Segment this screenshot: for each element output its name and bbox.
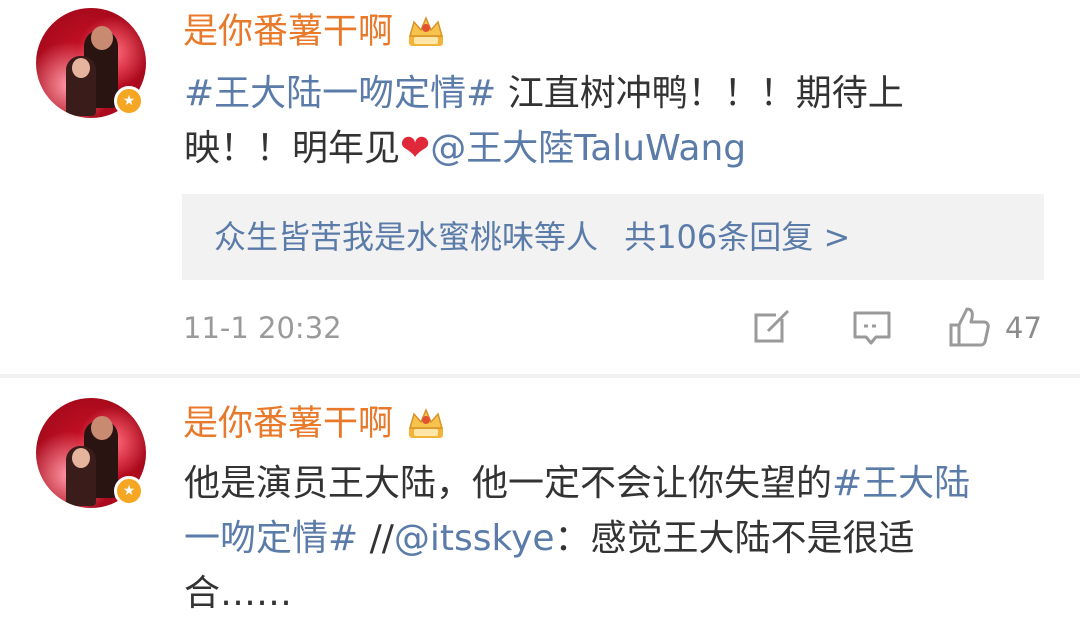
reply-users: 众生皆苦我是水蜜桃味等人 [214, 218, 599, 256]
timestamp: 11-1 20:32 [183, 311, 342, 345]
crown-icon [409, 408, 443, 438]
like-count: 47 [1005, 311, 1042, 345]
comment-icon[interactable] [852, 305, 892, 349]
username[interactable]: 是你番薯干啊 [183, 10, 393, 54]
username[interactable]: 是你番薯干啊 [183, 402, 393, 446]
verified-badge-icon: ★ [114, 476, 144, 506]
comment-item: ★ 是你番薯干啊 #王大陆一吻定情# 江直树冲鸭！！！期待上 映！！明年见❤@王… [0, 0, 1080, 375]
replies-summary[interactable]: 众生皆苦我是水蜜桃味等人 共106条回复 > [182, 194, 1044, 280]
comment-item: ★ 是你番薯干啊 他是演员王大陆，他一定不会让你失望的#王大陆 一吻定情# //… [0, 378, 1080, 614]
mention-link[interactable]: @itsskye [394, 518, 555, 559]
share-icon[interactable] [752, 305, 792, 349]
mention-link[interactable]: @王大陸TaluWang [430, 128, 746, 169]
crown-icon [409, 16, 443, 46]
thumbs-up-icon[interactable] [948, 305, 992, 349]
heart-icon: ❤ [400, 128, 431, 169]
verified-badge-icon: ★ [114, 86, 144, 116]
topic-link[interactable]: #王大陆 [832, 463, 970, 504]
topic-link[interactable]: 一吻定情# [184, 518, 358, 559]
comment-text: 他是演员王大陆，他一定不会让你失望的#王大陆 一吻定情# //@itsskye：… [184, 463, 971, 614]
reply-count: 共106条回复 > [624, 218, 851, 256]
topic-link[interactable]: #王大陆一吻定情# [184, 73, 496, 114]
comment-text: #王大陆一吻定情# 江直树冲鸭！！！期待上 映！！明年见❤@王大陸TaluWan… [184, 73, 904, 169]
